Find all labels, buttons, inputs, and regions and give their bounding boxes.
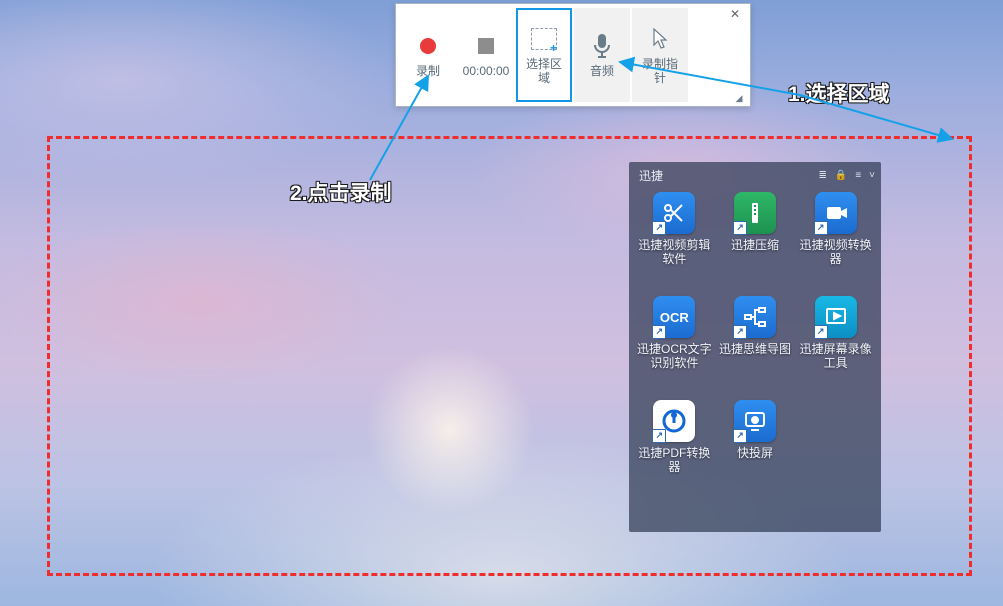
cursor-icon (645, 24, 675, 54)
cast-icon: ↗ (734, 400, 776, 442)
folder-menu-icon[interactable]: ≡ (855, 170, 861, 181)
video-conv-icon: ↗ (815, 192, 857, 234)
pdf-icon: ↗ (653, 400, 695, 442)
app-label: 迅捷思维导图 (719, 342, 791, 356)
folder-lock-icon[interactable]: 🔒 (835, 170, 847, 181)
desktop-folder[interactable]: 迅捷 ≣ 🔒 ≡ ˅ ↗ 迅捷视频剪辑 软件 ↗ 迅捷压缩 ↗ 迅捷视频转换 器 OCR↗ 迅… (629, 162, 881, 532)
desktop-app-3[interactable]: OCR↗ 迅捷OCR文字 识别软件 (635, 296, 714, 398)
app-label: 迅捷PDF转换 器 (638, 446, 710, 475)
scissors-icon: ↗ (653, 192, 695, 234)
stop-button[interactable]: 00:00:00 (458, 8, 514, 102)
select-area-icon: + (529, 24, 559, 54)
record-label: 录制 (416, 65, 440, 79)
screen-rec-icon: ↗ (815, 296, 857, 338)
app-label: 快投屏 (737, 446, 773, 460)
folder-sort-icon[interactable]: ≣ (818, 170, 826, 181)
app-label: 迅捷屏幕录像 工具 (800, 342, 872, 371)
app-label: 迅捷视频转换 器 (800, 238, 872, 267)
desktop-app-5[interactable]: ↗ 迅捷屏幕录像 工具 (796, 296, 875, 398)
audio-button[interactable]: 音频 (574, 8, 630, 102)
toolbar-expand-button[interactable]: ◢ (730, 90, 748, 106)
folder-header-controls: ≣ 🔒 ≡ ˅ (818, 170, 875, 181)
folder-grid: ↗ 迅捷视频剪辑 软件 ↗ 迅捷压缩 ↗ 迅捷视频转换 器 OCR↗ 迅捷OCR文字 识别软件… (635, 188, 875, 502)
timer-label: 00:00:00 (463, 65, 510, 79)
toolbar-close-button[interactable]: ✕ (722, 4, 748, 24)
select-area-button[interactable]: + 选择区 域 (516, 8, 572, 102)
recorder-toolbar: ✕ ◢ 录制 00:00:00 + 选择区 域 (395, 3, 751, 107)
app-label: 迅捷视频剪辑 软件 (638, 238, 710, 267)
record-cursor-button[interactable]: 录制指 针 (632, 8, 688, 102)
desktop-app-7[interactable]: ↗ 快投屏 (716, 400, 795, 502)
record-button[interactable]: 录制 (400, 8, 456, 102)
desktop-app-6[interactable]: ↗ 迅捷PDF转换 器 (635, 400, 714, 502)
audio-label: 音频 (590, 65, 614, 79)
record-cursor-label: 录制指 针 (642, 58, 678, 86)
ocr-icon: OCR↗ (653, 296, 695, 338)
app-label: 迅捷压缩 (731, 238, 779, 252)
mindmap-icon: ↗ (734, 296, 776, 338)
app-label: 迅捷OCR文字 识别软件 (637, 342, 712, 371)
desktop-app-1[interactable]: ↗ 迅捷压缩 (716, 192, 795, 294)
stop-icon (471, 31, 501, 61)
desktop-app-4[interactable]: ↗ 迅捷思维导图 (716, 296, 795, 398)
folder-title: 迅捷 (635, 167, 663, 184)
desktop-app-0[interactable]: ↗ 迅捷视频剪辑 软件 (635, 192, 714, 294)
select-area-label: 选择区 域 (526, 58, 562, 86)
record-icon (413, 31, 443, 61)
microphone-icon (587, 31, 617, 61)
desktop-app-2[interactable]: ↗ 迅捷视频转换 器 (796, 192, 875, 294)
folder-collapse-icon[interactable]: ˅ (869, 170, 875, 181)
compress-icon: ↗ (734, 192, 776, 234)
